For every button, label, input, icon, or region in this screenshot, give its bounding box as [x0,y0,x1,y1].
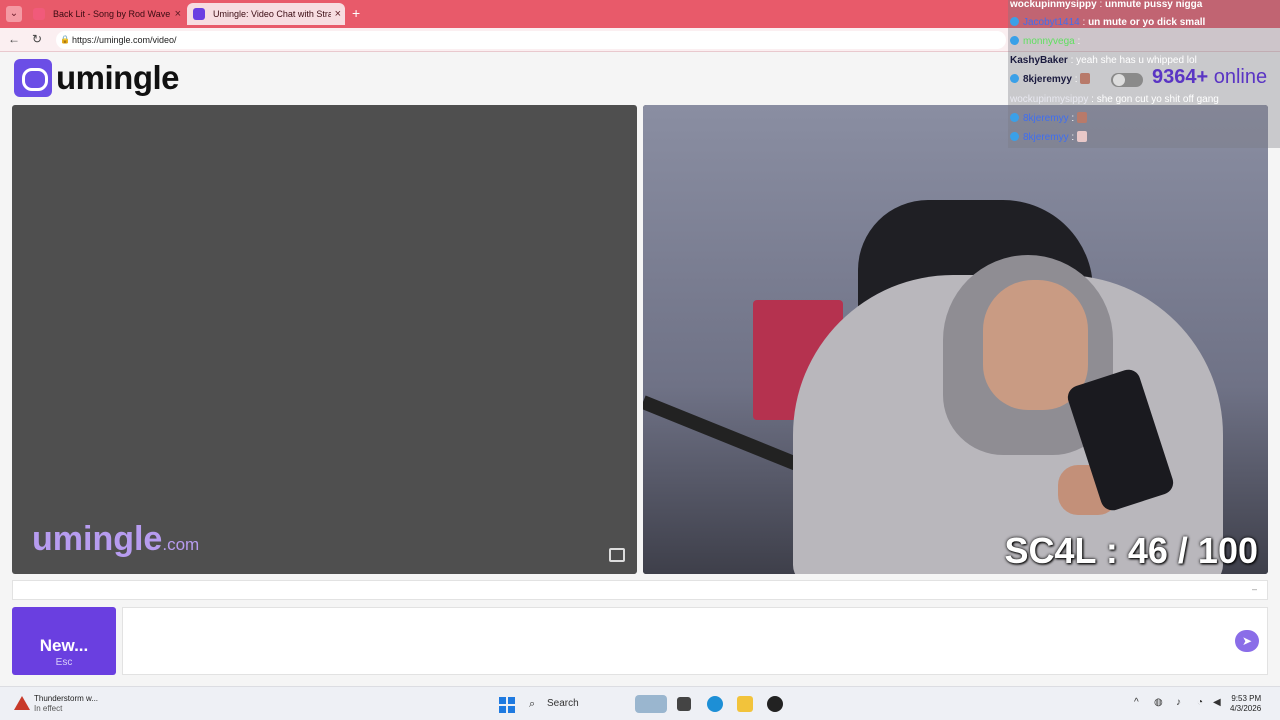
verified-icon [1010,74,1019,83]
status-bar: – [12,580,1268,600]
verified-icon [1010,17,1019,26]
chat-user: KashyBaker [1010,55,1068,66]
verified-icon [1010,113,1019,122]
weather-sub: In effect [34,704,63,713]
dash-icon[interactable]: – [1252,584,1257,594]
chat-line: 8kjeremyy : [1010,70,1091,89]
tab-menu-chevron-icon[interactable]: ⌄ [6,6,22,22]
watermark: umingle.com [32,520,199,559]
music-icon [33,8,45,20]
new-chat-label: New... [39,636,89,655]
flag-icon[interactable] [609,548,625,562]
chat-user: wockupinmysippy [1010,0,1097,10]
chat-message: yeah she has u whipped lol [1076,55,1197,66]
tab-title: Back Lit - Song by Rod Wave - Ap... [53,9,171,19]
edge-icon[interactable] [707,696,723,712]
url-field[interactable]: 🔒 https://umingle.com/video/ [56,31,1006,49]
wifi-icon[interactable]: ◔ [1197,697,1203,708]
chat-line: 8kjeremyy : [1010,128,1087,147]
new-chat-shortcut: Esc [55,657,73,668]
weather-widget[interactable]: Thunderstorm w... In effect [34,694,98,714]
umingle-logo-icon[interactable] [14,59,52,97]
message-input[interactable] [122,607,1268,675]
tab-title: Umingle: Video Chat with Stra... [213,9,331,19]
search-highlight-icon[interactable] [635,695,667,713]
chat-message: she gon cut yo shit off gang [1096,94,1219,105]
logo-text[interactable]: umingle [56,59,180,97]
chat-sep: : [1068,113,1077,124]
search-icon: ⌕ [529,698,536,710]
verified-icon [1010,132,1019,141]
chat-message: un mute or yo dick small [1088,17,1206,28]
watermark-domain: .com [162,535,200,554]
chat-sep: : [1096,0,1106,10]
new-tab-icon[interactable]: + [352,5,360,21]
verified-icon [1010,36,1019,45]
overlay-toggle[interactable] [1111,73,1143,87]
new-chat-button[interactable]: New... Esc [12,607,116,675]
search-label: Search [547,698,579,709]
local-video: umingle.com [12,105,637,574]
chat-user: wockupinmysippy [1010,94,1089,105]
back-arrow-icon[interactable]: ← [8,32,20,46]
chat-line: Jacobyt1414 : un mute or yo dick small [1010,13,1205,32]
online-number: 9364+ [1152,66,1209,88]
chat-sep: : [1088,94,1097,105]
chrome-icon[interactable] [767,696,783,712]
chat-user: monnyvega [1023,36,1075,47]
emoji-icon [1076,131,1087,142]
umingle-icon [193,8,205,20]
file-explorer-icon[interactable] [737,696,753,712]
microphone-icon[interactable]: ♪ [1176,697,1181,708]
close-icon[interactable]: × [335,3,341,25]
online-word: online [1213,66,1268,88]
taskbar-search[interactable]: ⌕ Search [523,693,579,715]
chat-user: 8kjeremyy [1023,74,1072,85]
emoji-icon [1076,112,1087,123]
chat-sep: : [1074,36,1081,47]
chat-user: Jacobyt1414 [1023,17,1080,28]
tab-umingle[interactable]: Umingle: Video Chat with Stra... × [187,3,345,25]
chat-user: 8kjeremyy [1023,132,1069,143]
chat-sep: : [1067,55,1077,66]
chat-sep: : [1079,17,1089,28]
send-icon[interactable]: ➤ [1235,630,1259,652]
task-view-icon[interactable] [677,697,691,711]
lock-icon: 🔒 [60,35,70,44]
chat-sep: : [1068,132,1077,143]
refresh-icon[interactable]: ↻ [32,32,42,46]
taskbar: Thunderstorm w... In effect ⌕ Search ^ ◍… [0,686,1280,720]
online-count: 9364+ online [1152,66,1267,89]
chevron-up-icon[interactable]: ^ [1134,697,1139,708]
chat-line: wockupinmysippy : unmute pussy nigga [1010,0,1202,14]
clock-time: 9:53 PM [1231,694,1262,703]
tab-back-lit[interactable]: Back Lit - Song by Rod Wave - Ap... × [27,3,185,25]
close-icon[interactable]: × [175,3,181,25]
url-text: https://umingle.com/video/ [72,35,177,45]
weather-title: Thunderstorm w... [34,694,99,703]
chat-user: 8kjeremyy [1023,113,1069,124]
chat-line: monnyvega : [1010,32,1080,51]
chat-message: unmute pussy nigga [1105,0,1203,10]
stream-score: SC4L : 46 / 100 [1004,530,1258,571]
emoji-icon [1080,73,1091,84]
volume-icon[interactable]: ◀ [1213,697,1221,708]
clock-date: 4/3/2026 [1230,704,1262,713]
remote-video: SC4L : 46 / 100 [643,105,1268,574]
windows-start-icon[interactable] [499,697,515,713]
clock[interactable]: 9:53 PM 4/3/2026 [1230,694,1261,714]
watermark-main: umingle [32,520,163,558]
chat-line: 8kjeremyy : [1010,109,1087,128]
chat-sep: : [1071,74,1081,85]
weather-alert-icon[interactable] [14,696,30,710]
chat-line: wockupinmysippy : she gon cut yo shit of… [1010,90,1219,109]
network-icon[interactable]: ◍ [1154,697,1163,708]
